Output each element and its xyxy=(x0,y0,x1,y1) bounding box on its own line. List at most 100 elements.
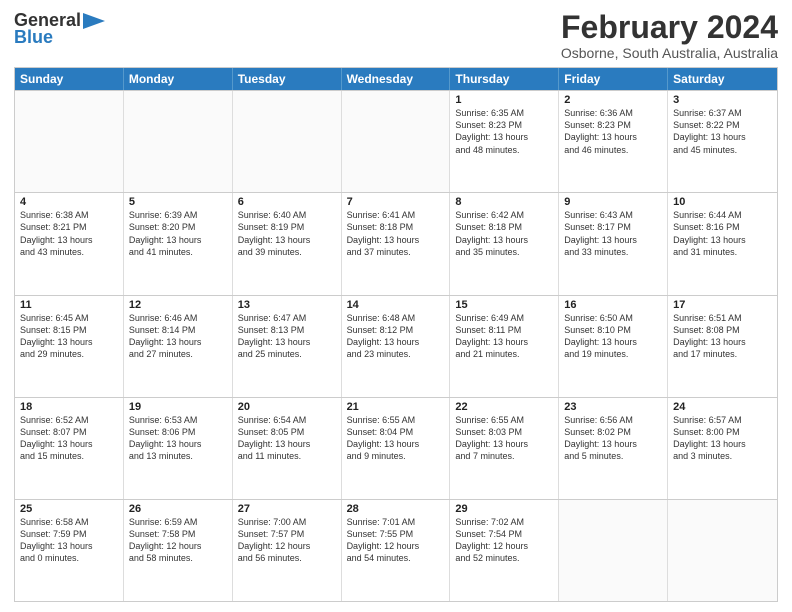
day-info: Sunrise: 6:38 AM Sunset: 8:21 PM Dayligh… xyxy=(20,209,118,258)
day-number: 1 xyxy=(455,94,553,106)
calendar-cell xyxy=(124,91,233,192)
day-number: 7 xyxy=(347,196,445,208)
calendar-cell: 11Sunrise: 6:45 AM Sunset: 8:15 PM Dayli… xyxy=(15,296,124,397)
day-info: Sunrise: 6:48 AM Sunset: 8:12 PM Dayligh… xyxy=(347,312,445,361)
calendar-cell: 15Sunrise: 6:49 AM Sunset: 8:11 PM Dayli… xyxy=(450,296,559,397)
day-info: Sunrise: 6:36 AM Sunset: 8:23 PM Dayligh… xyxy=(564,107,662,156)
day-info: Sunrise: 7:00 AM Sunset: 7:57 PM Dayligh… xyxy=(238,516,336,565)
day-number: 15 xyxy=(455,299,553,311)
day-info: Sunrise: 6:41 AM Sunset: 8:18 PM Dayligh… xyxy=(347,209,445,258)
calendar-cell: 24Sunrise: 6:57 AM Sunset: 8:00 PM Dayli… xyxy=(668,398,777,499)
day-number: 8 xyxy=(455,196,553,208)
day-info: Sunrise: 6:44 AM Sunset: 8:16 PM Dayligh… xyxy=(673,209,772,258)
calendar-header-cell: Tuesday xyxy=(233,68,342,90)
calendar-cell: 17Sunrise: 6:51 AM Sunset: 8:08 PM Dayli… xyxy=(668,296,777,397)
day-info: Sunrise: 6:57 AM Sunset: 8:00 PM Dayligh… xyxy=(673,414,772,463)
day-info: Sunrise: 6:59 AM Sunset: 7:58 PM Dayligh… xyxy=(129,516,227,565)
calendar-cell: 22Sunrise: 6:55 AM Sunset: 8:03 PM Dayli… xyxy=(450,398,559,499)
calendar-cell: 21Sunrise: 6:55 AM Sunset: 8:04 PM Dayli… xyxy=(342,398,451,499)
calendar-cell xyxy=(668,500,777,601)
calendar-body: 1Sunrise: 6:35 AM Sunset: 8:23 PM Daylig… xyxy=(15,90,777,601)
day-info: Sunrise: 6:54 AM Sunset: 8:05 PM Dayligh… xyxy=(238,414,336,463)
day-number: 29 xyxy=(455,503,553,515)
day-info: Sunrise: 6:53 AM Sunset: 8:06 PM Dayligh… xyxy=(129,414,227,463)
day-number: 26 xyxy=(129,503,227,515)
calendar: SundayMondayTuesdayWednesdayThursdayFrid… xyxy=(14,67,778,602)
day-number: 18 xyxy=(20,401,118,413)
day-info: Sunrise: 6:35 AM Sunset: 8:23 PM Dayligh… xyxy=(455,107,553,156)
calendar-cell xyxy=(559,500,668,601)
day-info: Sunrise: 6:51 AM Sunset: 8:08 PM Dayligh… xyxy=(673,312,772,361)
main-title: February 2024 xyxy=(561,10,778,45)
day-info: Sunrise: 6:55 AM Sunset: 8:03 PM Dayligh… xyxy=(455,414,553,463)
calendar-header: SundayMondayTuesdayWednesdayThursdayFrid… xyxy=(15,68,777,90)
day-info: Sunrise: 6:58 AM Sunset: 7:59 PM Dayligh… xyxy=(20,516,118,565)
calendar-cell: 2Sunrise: 6:36 AM Sunset: 8:23 PM Daylig… xyxy=(559,91,668,192)
calendar-cell: 26Sunrise: 6:59 AM Sunset: 7:58 PM Dayli… xyxy=(124,500,233,601)
calendar-cell: 6Sunrise: 6:40 AM Sunset: 8:19 PM Daylig… xyxy=(233,193,342,294)
day-number: 21 xyxy=(347,401,445,413)
calendar-cell: 10Sunrise: 6:44 AM Sunset: 8:16 PM Dayli… xyxy=(668,193,777,294)
calendar-row: 11Sunrise: 6:45 AM Sunset: 8:15 PM Dayli… xyxy=(15,295,777,397)
subtitle: Osborne, South Australia, Australia xyxy=(561,45,778,61)
calendar-cell: 20Sunrise: 6:54 AM Sunset: 8:05 PM Dayli… xyxy=(233,398,342,499)
day-number: 22 xyxy=(455,401,553,413)
logo-blue-text: Blue xyxy=(14,27,53,48)
calendar-cell: 19Sunrise: 6:53 AM Sunset: 8:06 PM Dayli… xyxy=(124,398,233,499)
day-number: 3 xyxy=(673,94,772,106)
calendar-header-cell: Monday xyxy=(124,68,233,90)
calendar-row: 18Sunrise: 6:52 AM Sunset: 8:07 PM Dayli… xyxy=(15,397,777,499)
calendar-cell: 23Sunrise: 6:56 AM Sunset: 8:02 PM Dayli… xyxy=(559,398,668,499)
day-number: 12 xyxy=(129,299,227,311)
day-number: 23 xyxy=(564,401,662,413)
day-info: Sunrise: 6:49 AM Sunset: 8:11 PM Dayligh… xyxy=(455,312,553,361)
calendar-row: 25Sunrise: 6:58 AM Sunset: 7:59 PM Dayli… xyxy=(15,499,777,601)
header: General Blue February 2024 Osborne, Sout… xyxy=(14,10,778,61)
calendar-cell: 18Sunrise: 6:52 AM Sunset: 8:07 PM Dayli… xyxy=(15,398,124,499)
calendar-header-cell: Saturday xyxy=(668,68,777,90)
calendar-row: 1Sunrise: 6:35 AM Sunset: 8:23 PM Daylig… xyxy=(15,90,777,192)
calendar-cell: 14Sunrise: 6:48 AM Sunset: 8:12 PM Dayli… xyxy=(342,296,451,397)
day-info: Sunrise: 7:01 AM Sunset: 7:55 PM Dayligh… xyxy=(347,516,445,565)
calendar-cell: 16Sunrise: 6:50 AM Sunset: 8:10 PM Dayli… xyxy=(559,296,668,397)
calendar-header-cell: Thursday xyxy=(450,68,559,90)
calendar-cell xyxy=(233,91,342,192)
day-info: Sunrise: 6:42 AM Sunset: 8:18 PM Dayligh… xyxy=(455,209,553,258)
calendar-cell: 13Sunrise: 6:47 AM Sunset: 8:13 PM Dayli… xyxy=(233,296,342,397)
day-number: 17 xyxy=(673,299,772,311)
day-number: 9 xyxy=(564,196,662,208)
day-info: Sunrise: 6:46 AM Sunset: 8:14 PM Dayligh… xyxy=(129,312,227,361)
calendar-row: 4Sunrise: 6:38 AM Sunset: 8:21 PM Daylig… xyxy=(15,192,777,294)
calendar-cell: 28Sunrise: 7:01 AM Sunset: 7:55 PM Dayli… xyxy=(342,500,451,601)
calendar-cell: 12Sunrise: 6:46 AM Sunset: 8:14 PM Dayli… xyxy=(124,296,233,397)
calendar-header-cell: Friday xyxy=(559,68,668,90)
title-area: February 2024 Osborne, South Australia, … xyxy=(561,10,778,61)
day-number: 11 xyxy=(20,299,118,311)
day-number: 24 xyxy=(673,401,772,413)
day-number: 20 xyxy=(238,401,336,413)
day-info: Sunrise: 6:47 AM Sunset: 8:13 PM Dayligh… xyxy=(238,312,336,361)
calendar-cell xyxy=(15,91,124,192)
day-number: 14 xyxy=(347,299,445,311)
day-number: 5 xyxy=(129,196,227,208)
calendar-cell: 27Sunrise: 7:00 AM Sunset: 7:57 PM Dayli… xyxy=(233,500,342,601)
day-number: 6 xyxy=(238,196,336,208)
day-info: Sunrise: 6:55 AM Sunset: 8:04 PM Dayligh… xyxy=(347,414,445,463)
day-number: 4 xyxy=(20,196,118,208)
day-info: Sunrise: 6:39 AM Sunset: 8:20 PM Dayligh… xyxy=(129,209,227,258)
day-info: Sunrise: 7:02 AM Sunset: 7:54 PM Dayligh… xyxy=(455,516,553,565)
day-number: 10 xyxy=(673,196,772,208)
day-info: Sunrise: 6:56 AM Sunset: 8:02 PM Dayligh… xyxy=(564,414,662,463)
calendar-cell: 4Sunrise: 6:38 AM Sunset: 8:21 PM Daylig… xyxy=(15,193,124,294)
day-info: Sunrise: 6:37 AM Sunset: 8:22 PM Dayligh… xyxy=(673,107,772,156)
day-number: 25 xyxy=(20,503,118,515)
calendar-cell: 29Sunrise: 7:02 AM Sunset: 7:54 PM Dayli… xyxy=(450,500,559,601)
page: General Blue February 2024 Osborne, Sout… xyxy=(0,0,792,612)
calendar-cell: 8Sunrise: 6:42 AM Sunset: 8:18 PM Daylig… xyxy=(450,193,559,294)
day-info: Sunrise: 6:40 AM Sunset: 8:19 PM Dayligh… xyxy=(238,209,336,258)
day-number: 16 xyxy=(564,299,662,311)
calendar-cell: 25Sunrise: 6:58 AM Sunset: 7:59 PM Dayli… xyxy=(15,500,124,601)
logo: General Blue xyxy=(14,10,105,48)
calendar-cell: 5Sunrise: 6:39 AM Sunset: 8:20 PM Daylig… xyxy=(124,193,233,294)
day-number: 13 xyxy=(238,299,336,311)
